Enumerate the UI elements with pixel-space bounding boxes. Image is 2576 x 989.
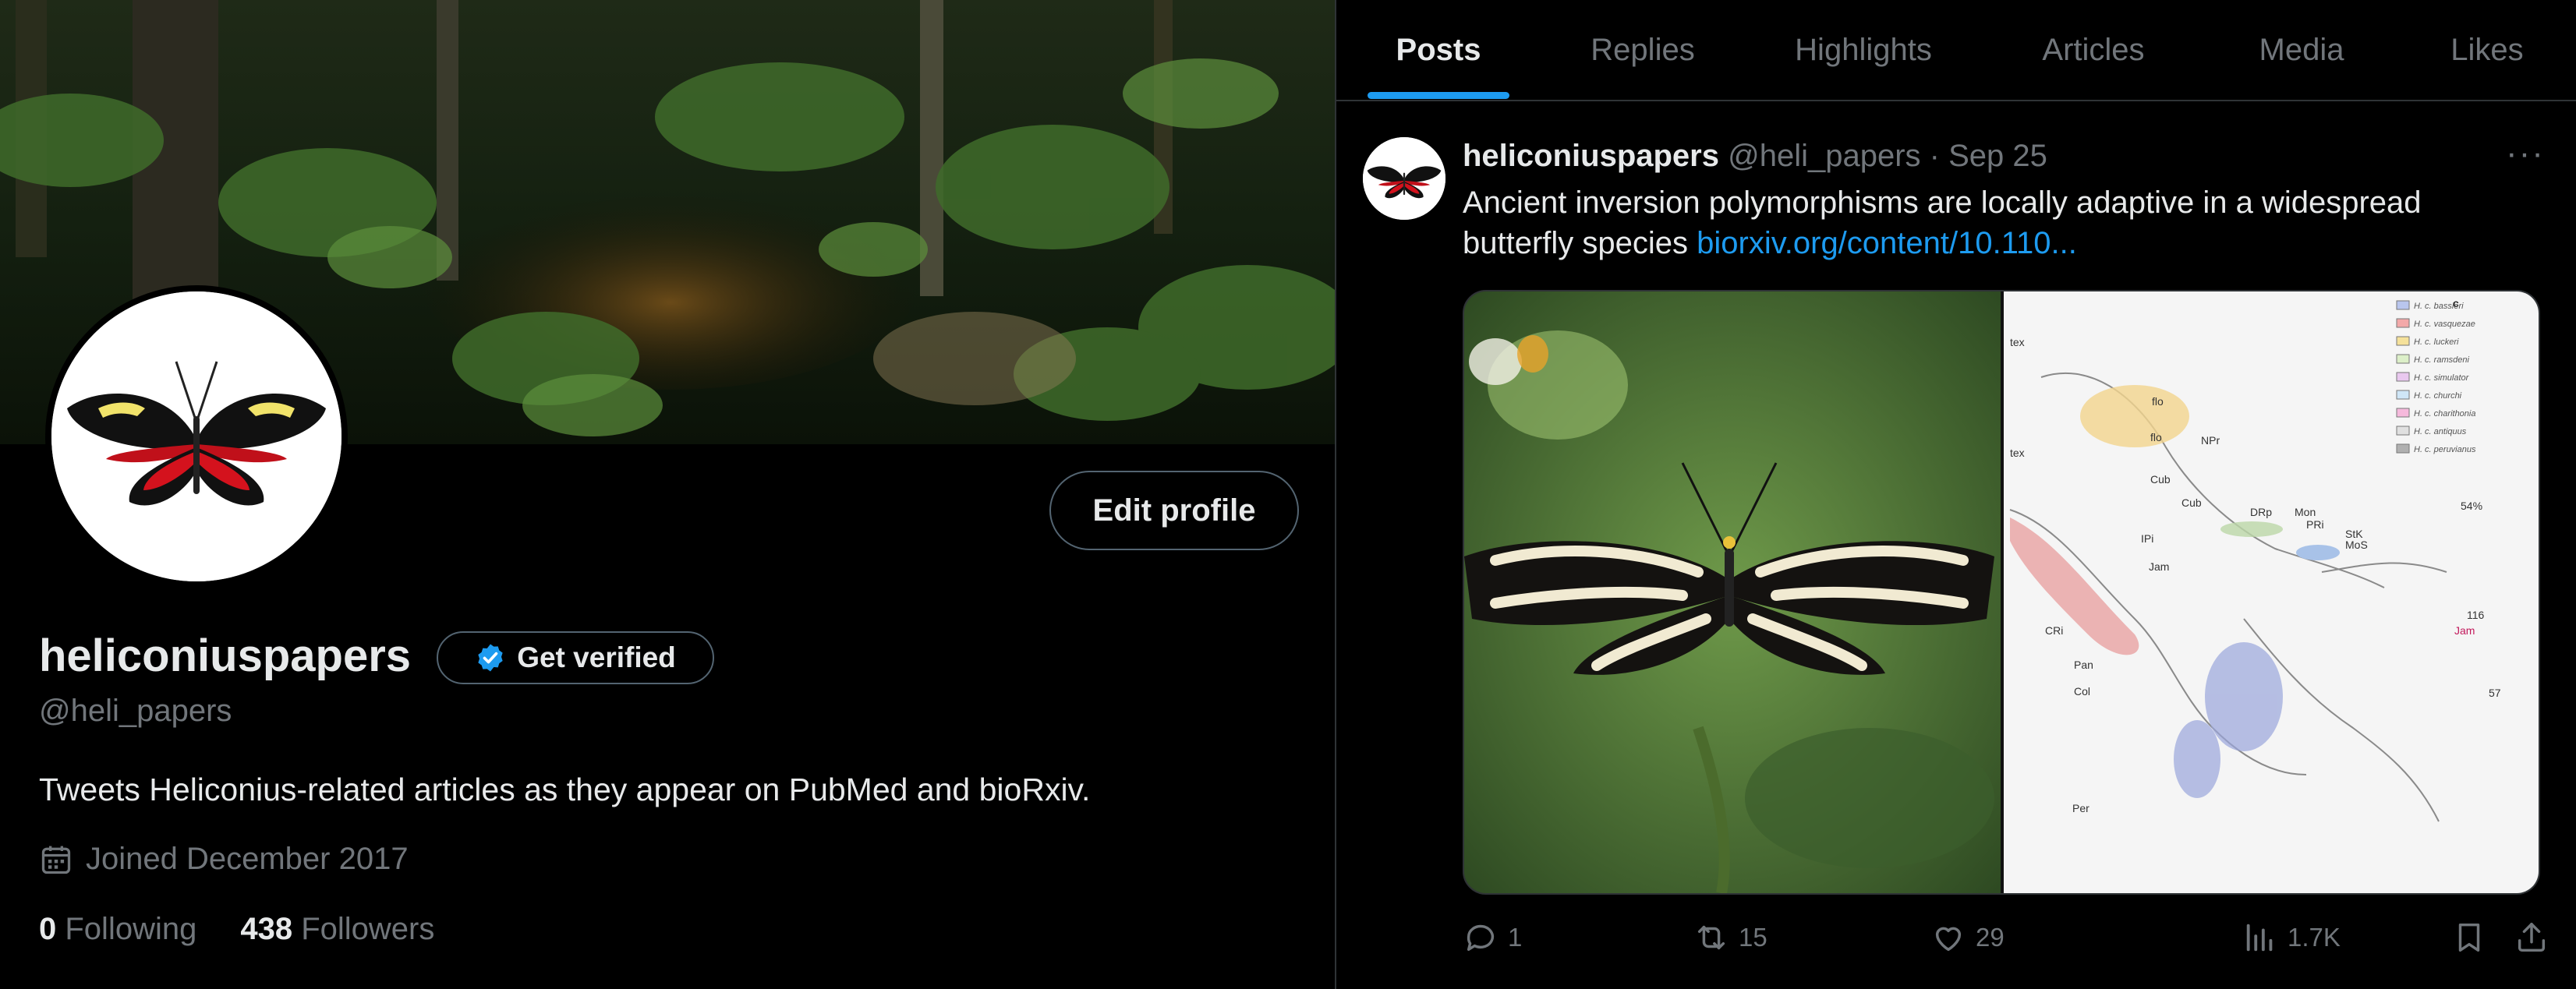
follow-stats: 0 Following 438 Followers <box>39 912 434 947</box>
profile-timeline: Posts Replies Highlights Articles Media … <box>1336 0 2576 989</box>
post-media-graphic: H. c. bassleriH. c. vasquezaeH. c. lucke… <box>1464 291 2539 893</box>
following-link[interactable]: 0 Following <box>39 912 196 947</box>
map-label: flo <box>2152 395 2164 408</box>
bookmark-icon <box>2458 923 2480 952</box>
map-label: 57 <box>2489 687 2501 699</box>
map-label: Col <box>2074 685 2090 698</box>
views-count: 1.7K <box>2288 923 2341 952</box>
like-icon <box>1935 927 1962 952</box>
joined-label: Joined December 2017 <box>86 842 409 876</box>
get-verified-label: Get verified <box>517 641 676 673</box>
map-label: Mon <box>2295 506 2316 518</box>
tab-articles[interactable]: Articles <box>1982 0 2205 100</box>
profile-panel: Edit profile heliconiuspapers Get verifi… <box>0 0 1335 989</box>
legend-swatch <box>2396 372 2410 382</box>
get-verified-button[interactable]: Get verified <box>437 631 714 684</box>
tab-highlights[interactable]: Highlights <box>1745 0 1982 100</box>
like-count: 29 <box>1976 923 2005 952</box>
views-button[interactable]: 1.7K <box>2242 920 2341 955</box>
tab-likes[interactable]: Likes <box>2398 0 2576 100</box>
legend-label: H. c. charithonia <box>2414 409 2475 419</box>
post-author-avatar[interactable] <box>1363 137 1445 220</box>
legend-swatch <box>2396 300 2410 310</box>
tab-media[interactable]: Media <box>2205 0 2398 100</box>
followers-link[interactable]: 438 Followers <box>240 912 434 947</box>
legend-label: H. c. churchi <box>2414 391 2462 401</box>
map-label: DRp <box>2250 506 2272 518</box>
post-text: Ancient inversion polymorphisms are loca… <box>1463 182 2539 263</box>
post-header: heliconiuspapers @heli_papers · Sep 25 <box>1463 139 2047 174</box>
map-label: 54% <box>2461 500 2482 512</box>
like-button[interactable]: 29 <box>1930 920 2005 955</box>
followers-label: Followers <box>301 912 435 946</box>
active-tab-indicator <box>1368 92 1509 99</box>
post-actions: 1 15 29 1.7K <box>1463 920 2562 966</box>
map-label: Pan <box>2074 659 2093 671</box>
more-icon[interactable]: ··· <box>2506 134 2545 173</box>
followers-count: 438 <box>240 912 293 946</box>
following-label: Following <box>65 912 197 946</box>
legend-swatch <box>2396 354 2410 364</box>
map-label: 116 <box>2467 609 2485 621</box>
legend-swatch <box>2396 408 2410 418</box>
post-author-name[interactable]: heliconiuspapers <box>1463 139 1719 173</box>
post-media[interactable]: H. c. bassleri H. c. vasquezae H. c. lucke… <box>1463 290 2540 895</box>
map-label: MoS <box>2345 539 2368 551</box>
legend-swatch <box>2396 426 2410 436</box>
legend-label: H. c. luckeri <box>2414 337 2459 347</box>
repost-button[interactable]: 15 <box>1693 920 1767 955</box>
legend-swatch <box>2396 336 2410 346</box>
map-label: flo <box>2150 431 2162 443</box>
map-label: Cub <box>2150 473 2171 486</box>
post-link[interactable]: biorxiv.org/content/10.110... <box>1697 226 2077 260</box>
share-button[interactable] <box>2514 920 2549 955</box>
map-panel-label: c <box>2453 297 2459 309</box>
legend-label: H. c. peruvianus <box>2414 445 2476 454</box>
map-label: CRi <box>2045 624 2063 637</box>
legend-swatch <box>2396 318 2410 328</box>
butterfly-avatar-icon <box>1363 137 1445 220</box>
tab-replies[interactable]: Replies <box>1541 0 1745 100</box>
butterfly-avatar-icon <box>51 291 341 581</box>
map-label: tex <box>2010 336 2025 348</box>
legend-label: H. c. ramsdeni <box>2414 355 2469 365</box>
share-icon <box>2518 923 2546 952</box>
reply-button[interactable]: 1 <box>1463 920 1522 955</box>
map-label: IPi <box>2141 532 2153 545</box>
legend-label: H. c. simulator <box>2414 373 2470 383</box>
post-meta: @heli_papers · Sep 25 <box>1718 139 2047 173</box>
map-label: tex <box>2010 447 2025 459</box>
profile-tabs: Posts Replies Highlights Articles Media … <box>1336 0 2576 101</box>
map-label: Jam <box>2149 560 2169 573</box>
edit-profile-button[interactable]: Edit profile <box>1049 471 1299 550</box>
profile-display-name: heliconiuspapers <box>39 630 412 681</box>
map-label: PRi <box>2306 518 2324 531</box>
reply-count: 1 <box>1508 923 1523 952</box>
calendar-icon <box>41 846 71 874</box>
legend-label: H. c. vasquezae <box>2414 320 2475 329</box>
verified-badge-icon <box>478 644 503 672</box>
legend-swatch <box>2396 390 2410 400</box>
repost-count: 15 <box>1739 923 1767 952</box>
tab-posts[interactable]: Posts <box>1336 0 1541 100</box>
reply-icon <box>1467 924 1495 952</box>
legend-label: H. c. antiquus <box>2414 427 2467 436</box>
following-count: 0 <box>39 912 57 946</box>
profile-handle: @heli_papers <box>39 694 232 728</box>
views-icon <box>2246 924 2273 952</box>
map-label: Jam <box>2454 624 2475 637</box>
legend-swatch <box>2396 443 2410 454</box>
repost-icon <box>1697 925 1725 950</box>
profile-bio: Tweets Heliconius-related articles as th… <box>39 772 1091 807</box>
profile-avatar[interactable] <box>45 285 348 588</box>
joined-date: Joined December 2017 <box>39 842 409 877</box>
map-label: Per <box>2072 802 2089 814</box>
bookmark-button[interactable] <box>2451 920 2487 955</box>
map-label: Cub <box>2181 496 2202 509</box>
map-legend: H. c. bassleriH. c. vasquezaeH. c. lucke… <box>2396 300 2476 454</box>
map-label: NPr <box>2201 434 2220 447</box>
